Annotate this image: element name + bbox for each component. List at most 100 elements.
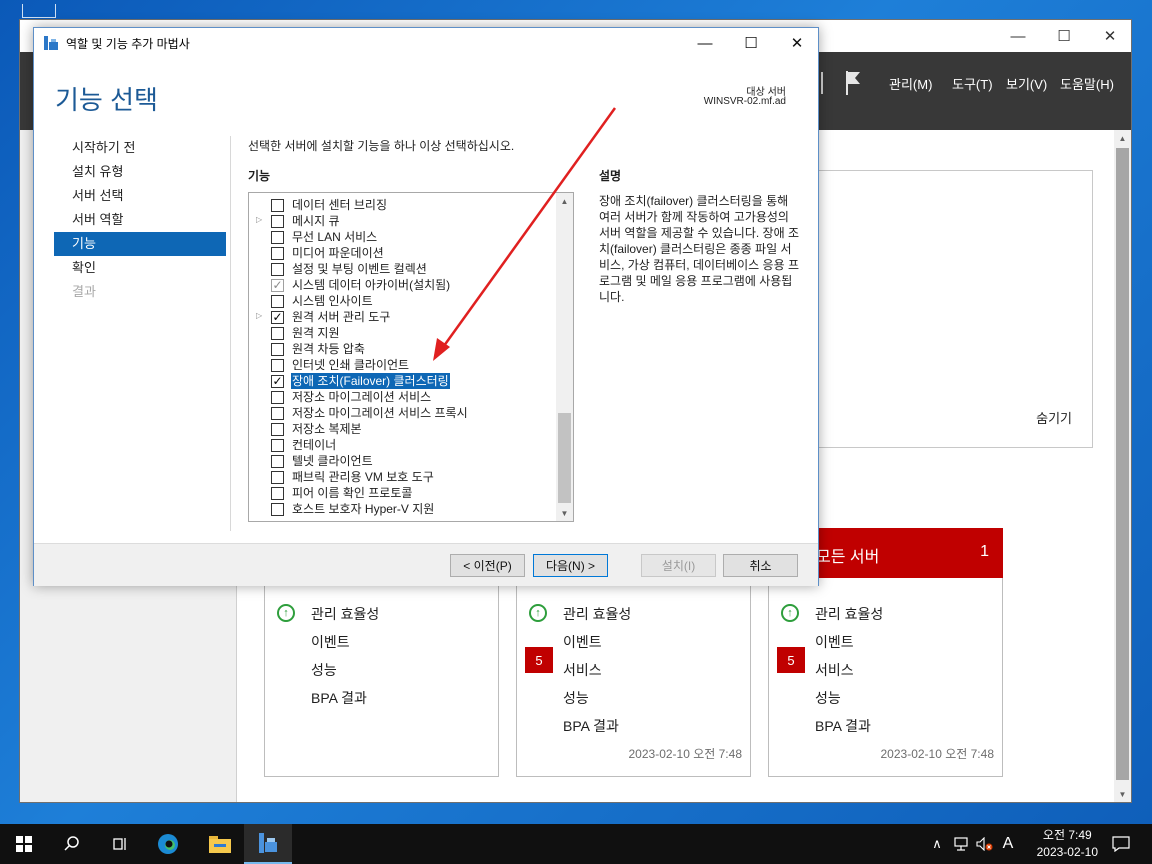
search-icon[interactable] [48,824,96,864]
scroll-up-icon[interactable]: ▲ [1114,130,1131,146]
server-manager-taskbar-icon[interactable] [244,824,292,864]
feature-checkbox[interactable] [271,487,284,500]
feature-checkbox[interactable] [271,375,284,388]
feature-row[interactable]: 미디어 파운데이션 [249,245,554,261]
sm-minimize-button[interactable]: — [995,20,1041,52]
scroll-up-icon[interactable]: ▲ [556,193,573,209]
feature-label[interactable]: 저장소 마이그레이션 서비스 [291,389,432,405]
notification-center-icon[interactable] [1106,824,1136,864]
feature-checkbox[interactable] [271,503,284,516]
task-view-icon[interactable] [96,824,144,864]
feature-row[interactable]: 시스템 인사이트 [249,293,554,309]
start-button[interactable] [0,824,48,864]
tile-row-services[interactable]: 서비스 [815,660,854,680]
feature-label[interactable]: 원격 서버 관리 도구 [291,309,391,325]
feature-label[interactable]: 시스템 인사이트 [291,293,374,309]
feature-row[interactable]: 패브릭 관리용 VM 보호 도구 [249,469,554,485]
feature-label[interactable]: 시스템 데이터 아카이버(설치됨) [291,277,451,293]
wizard-maximize-button[interactable]: ☐ [728,28,774,58]
tile-row-manageability[interactable]: 관리 효율성 [815,604,883,624]
network-icon[interactable] [950,824,972,864]
edge-browser-icon[interactable] [144,824,192,864]
nav-step-server-selection[interactable]: 서버 선택 [54,184,226,208]
feature-checkbox[interactable] [271,231,284,244]
tile-row-events[interactable]: 이벤트 [815,632,854,652]
feature-checkbox[interactable] [271,455,284,468]
feature-label[interactable]: 원격 지원 [291,325,341,341]
show-hidden-icons-chevron-icon[interactable]: ∧ [928,824,946,864]
features-list-scrollbar[interactable]: ▲ ▼ [556,193,573,521]
feature-checkbox[interactable] [271,215,284,228]
feature-label[interactable]: 인터넷 인쇄 클라이언트 [291,357,410,373]
feature-row[interactable]: 원격 차등 압축 [249,341,554,357]
feature-row[interactable]: 설정 및 부팅 이벤트 컬렉션 [249,261,554,277]
previous-button[interactable]: < 이전(P) [450,554,525,577]
volume-muted-icon[interactable] [974,824,996,864]
scrollbar-thumb[interactable] [1116,148,1129,780]
feature-row[interactable]: 원격 지원 [249,325,554,341]
feature-checkbox[interactable] [271,423,284,436]
feature-checkbox[interactable] [271,199,284,212]
notifications-flag-icon[interactable] [846,71,860,95]
feature-row[interactable]: 호스트 보호자 Hyper-V 지원 [249,501,554,517]
tile-row-performance[interactable]: 성능 [815,688,841,708]
cancel-button[interactable]: 취소 [723,554,798,577]
feature-row[interactable]: 인터넷 인쇄 클라이언트 [249,357,554,373]
expand-arrow-icon[interactable]: ▷ [256,311,262,320]
feature-label[interactable]: 원격 차등 압축 [291,341,366,357]
feature-label[interactable]: 장애 조치(Failover) 클러스터링 [291,373,450,389]
expand-arrow-icon[interactable]: ▷ [256,215,262,224]
desktop-recycle-bin-icon[interactable] [22,4,56,18]
feature-row[interactable]: 피어 이름 확인 프로토콜 [249,485,554,501]
menu-manage[interactable]: 관리(M) [889,74,932,93]
feature-checkbox[interactable] [271,359,284,372]
feature-row[interactable]: 무선 LAN 서비스 [249,229,554,245]
feature-label[interactable]: 무선 LAN 서비스 [291,229,378,245]
wizard-minimize-button[interactable]: — [682,28,728,58]
feature-row[interactable]: ▷ 메시지 큐 [249,213,554,229]
feature-checkbox[interactable] [271,327,284,340]
wizard-close-button[interactable]: ✕ [774,28,820,58]
feature-row[interactable]: 텔넷 클라이언트 [249,453,554,469]
feature-label[interactable]: 피어 이름 확인 프로토콜 [291,485,413,501]
nav-step-server-roles[interactable]: 서버 역할 [54,208,226,232]
feature-row[interactable]: ▷ 원격 서버 관리 도구 [249,309,554,325]
feature-label[interactable]: 패브릭 관리용 VM 보호 도구 [291,469,435,485]
scroll-down-icon[interactable]: ▼ [556,505,573,521]
nav-step-before-you-begin[interactable]: 시작하기 전 [54,136,226,160]
tile-row-performance[interactable]: 성능 [563,688,589,708]
tile-row-manageability[interactable]: 관리 효율성 [563,604,631,624]
tile-row-events[interactable]: 이벤트 [563,632,602,652]
feature-row[interactable]: 컨테이너 [249,437,554,453]
feature-label[interactable]: 미디어 파운데이션 [291,245,385,261]
next-button[interactable]: 다음(N) > [533,554,608,577]
feature-label[interactable]: 설정 및 부팅 이벤트 컬렉션 [291,261,428,277]
feature-label[interactable]: 메시지 큐 [291,213,341,229]
feature-checkbox[interactable] [271,391,284,404]
feature-checkbox[interactable] [271,311,284,324]
feature-row[interactable]: 시스템 데이터 아카이버(설치됨) [249,277,554,293]
sm-maximize-button[interactable]: ☐ [1041,20,1087,52]
feature-label[interactable]: 호스트 보호자 Hyper-V 지원 [291,501,435,517]
tile-row-bpa[interactable]: BPA 결과 [311,688,367,708]
feature-label[interactable]: 컨테이너 [291,437,337,453]
nav-step-installation-type[interactable]: 설치 유형 [54,160,226,184]
feature-checkbox[interactable] [271,343,284,356]
tile-row-bpa[interactable]: BPA 결과 [563,716,619,736]
feature-row[interactable]: 저장소 마이그레이션 서비스 프록시 [249,405,554,421]
system-clock[interactable]: 오전 7:49 2023-02-10 [1037,827,1098,861]
feature-row[interactable]: 저장소 복제본 [249,421,554,437]
feature-checkbox[interactable] [271,295,284,308]
server-manager-scrollbar[interactable]: ▲ ▼ [1114,130,1131,802]
feature-label[interactable]: 텔넷 클라이언트 [291,453,374,469]
tile-row-performance[interactable]: 성능 [311,660,337,680]
tile-row-services[interactable]: 서비스 [563,660,602,680]
nav-step-features[interactable]: 기능 [54,232,226,256]
feature-checkbox[interactable] [271,407,284,420]
feature-checkbox[interactable] [271,439,284,452]
menu-view[interactable]: 보기(V) [1006,74,1047,93]
hide-link[interactable]: 숨기기 [1036,408,1072,427]
nav-step-confirmation[interactable]: 확인 [54,256,226,280]
feature-checkbox[interactable] [271,247,284,260]
tile-row-manageability[interactable]: 관리 효율성 [311,604,379,624]
